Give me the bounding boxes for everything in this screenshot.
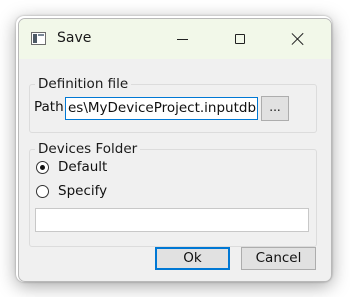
default-radio-label[interactable]: Default: [58, 159, 107, 175]
title-bar[interactable]: Save: [19, 19, 331, 59]
close-button[interactable]: [275, 19, 321, 59]
devices-folder-legend: Devices Folder: [35, 140, 141, 158]
ok-button[interactable]: Ok: [155, 247, 230, 270]
specify-radio-label[interactable]: Specify: [58, 183, 107, 199]
specify-radio[interactable]: [36, 185, 49, 198]
folder-path-input[interactable]: [35, 208, 309, 232]
maximize-button[interactable]: [217, 19, 263, 59]
save-dialog: Save Definition file Path es\MyDevicePro…: [18, 18, 332, 282]
browse-button[interactable]: ...: [261, 96, 289, 121]
maximize-icon: [235, 34, 245, 44]
path-label: Path: [34, 99, 64, 115]
path-input[interactable]: es\MyDeviceProject.inputdb: [65, 97, 258, 120]
minimize-button[interactable]: [159, 19, 205, 59]
default-radio[interactable]: [36, 161, 49, 174]
definition-file-legend: Definition file: [35, 75, 132, 93]
close-icon: [291, 32, 305, 46]
cancel-button[interactable]: Cancel: [241, 247, 316, 270]
minimize-icon: [176, 38, 188, 40]
window-title: Save: [57, 30, 92, 46]
app-icon: [31, 32, 46, 45]
